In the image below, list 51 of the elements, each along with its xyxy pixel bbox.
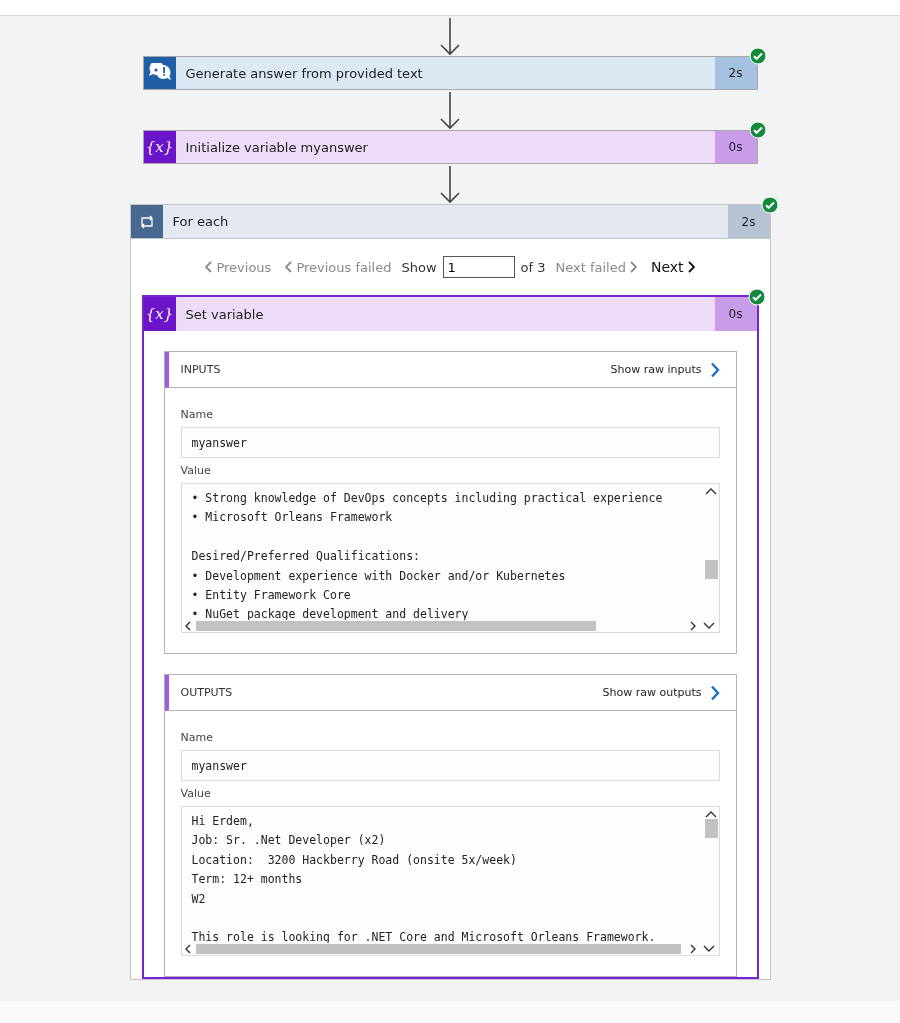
- scroll-left-icon[interactable]: [183, 621, 192, 631]
- chevron-left-icon: [205, 261, 214, 273]
- name-field[interactable]: myanswer: [180, 427, 720, 458]
- speech-bubbles-icon: [147, 63, 172, 83]
- action-title: Initialize variable myanswer: [185, 139, 368, 155]
- action-card-header[interactable]: Generate answer from provided text 2s: [142, 56, 758, 90]
- chevron-left-icon: [285, 261, 294, 273]
- scroll-right-icon[interactable]: [688, 621, 697, 631]
- loop-icon: [138, 214, 155, 229]
- section-title: OUTPUTS: [180, 686, 233, 699]
- chevron-right-icon: [628, 261, 637, 273]
- iteration-count: of 3: [520, 259, 546, 275]
- duration-label: 0s: [728, 140, 743, 154]
- field-label: Name: [180, 731, 214, 744]
- flow-arrow: [438, 164, 462, 204]
- scrollbar-thumb[interactable]: [704, 560, 718, 579]
- section-title: INPUTS: [180, 363, 221, 376]
- iteration-input[interactable]: 1: [442, 256, 515, 278]
- scroll-left-icon[interactable]: [183, 944, 192, 954]
- name-field[interactable]: myanswer: [180, 750, 720, 781]
- scroll-down-icon[interactable]: [702, 622, 715, 630]
- value-text-area[interactable]: Hi Erdem, Job: Sr. .Net Developer (x2) Location: 3200 Hackberry Road (onsite 5x/week) Term: 12+ months W2 This role is looking for .NET Core and Microsoft Orleans Framework.: [180, 806, 720, 956]
- flow-arrow: [438, 16, 462, 56]
- show-label: Show: [401, 259, 437, 275]
- action-card-header[interactable]: {x} Initialize variable myanswer 0s: [142, 130, 758, 164]
- pager-button[interactable]: Next: [646, 259, 699, 275]
- duration-label: 0s: [728, 307, 743, 321]
- action-title: Generate answer from provided text: [185, 65, 423, 81]
- field-label: Value: [180, 787, 212, 800]
- chevron-right-icon: [686, 261, 695, 273]
- flow-arrow: [438, 90, 462, 130]
- chevron-right-icon: [709, 361, 720, 378]
- scroll-up-icon[interactable]: [704, 810, 717, 818]
- show-raw-link[interactable]: Show raw outputs: [602, 684, 720, 701]
- show-raw-link[interactable]: Show raw inputs: [610, 361, 720, 378]
- value-text-area[interactable]: • Strong knowledge of DevOps concepts including practical experience • Microsoft Orleans Framework Desired/Preferred Qualifications: • Development experience with Docker and/or Kubernetes • Entity Framework Core • NuGet package development and delivery: [180, 483, 720, 633]
- scrollbar-thumb[interactable]: [195, 621, 596, 631]
- duration-label: 2s: [741, 214, 756, 229]
- variable-icon: {x}: [145, 305, 174, 323]
- action-title: Set variable: [185, 306, 264, 322]
- variable-icon: {x}: [145, 138, 174, 156]
- field-label: Value: [180, 464, 212, 477]
- scroll-right-icon[interactable]: [688, 944, 697, 954]
- action-title: For each: [172, 214, 229, 229]
- duration-label: 2s: [728, 66, 743, 80]
- chevron-right-icon: [709, 684, 720, 701]
- field-label: Name: [180, 408, 214, 421]
- scroll-down-icon[interactable]: [702, 945, 715, 953]
- scrollbar-thumb[interactable]: [704, 819, 718, 838]
- scroll-up-icon[interactable]: [704, 487, 717, 495]
- scrollbar-thumb[interactable]: [195, 944, 681, 954]
